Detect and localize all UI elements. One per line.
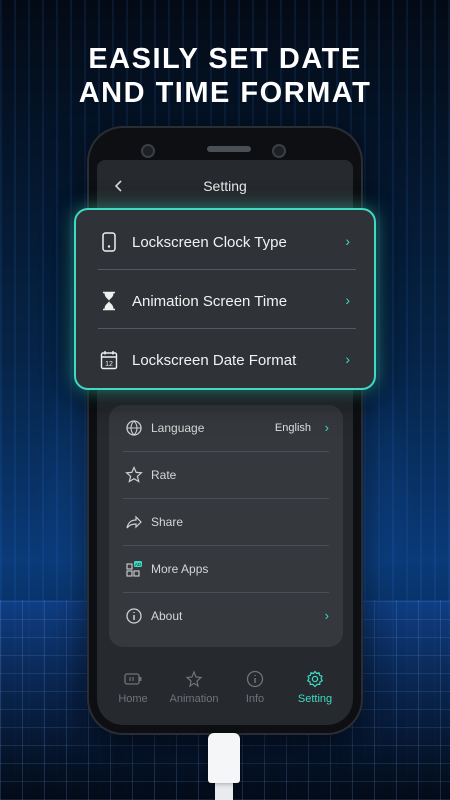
featured-settings-card: Lockscreen Clock Type › Animation Screen… [74, 208, 376, 390]
globe-icon [126, 420, 142, 436]
gear-icon [306, 670, 324, 688]
promo-headline: EASILY SET DATE AND TIME FORMAT [0, 42, 450, 110]
tab-label: Setting [297, 693, 333, 705]
settings-item-lockscreen-clock-type[interactable]: Lockscreen Clock Type › [98, 212, 356, 270]
sparkle-star-icon [185, 670, 203, 688]
settings-item-language[interactable]: Language English › [123, 405, 329, 452]
charging-plug [208, 733, 240, 783]
phone-camera [141, 144, 155, 158]
share-icon [126, 515, 142, 529]
settings-item-label: More Apps [151, 562, 209, 576]
settings-item-label: Lockscreen Clock Type [132, 234, 287, 251]
bottom-tab-bar: Home Animation Info Setting [97, 660, 353, 725]
apps-icon: AD [126, 561, 142, 577]
phone-icon [102, 232, 116, 252]
settings-item-lockscreen-date-format[interactable]: 12 Lockscreen Date Format › [98, 330, 356, 388]
info-icon [246, 670, 264, 688]
star-icon [125, 466, 143, 483]
chevron-right-icon: › [345, 233, 350, 249]
settings-item-share[interactable]: Share [123, 499, 329, 546]
settings-list: Language English › Rate Share AD More Ap… [109, 405, 343, 647]
settings-item-animation-screen-time[interactable]: Animation Screen Time › [98, 271, 356, 329]
calendar-icon: 12 [100, 351, 118, 370]
info-icon [126, 608, 142, 624]
tab-info[interactable]: Info [225, 670, 285, 705]
language-value: English [274, 422, 311, 434]
settings-item-label: Rate [151, 468, 177, 482]
chevron-right-icon: › [345, 292, 350, 308]
battery-icon [124, 673, 142, 685]
divider [98, 269, 356, 270]
top-bar: Setting [97, 160, 353, 214]
chevron-right-icon: › [324, 420, 329, 435]
settings-item-more-apps[interactable]: AD More Apps [123, 546, 329, 593]
settings-item-about[interactable]: About › [123, 593, 329, 639]
tab-home[interactable]: Home [103, 670, 163, 705]
settings-item-label: Lockscreen Date Format [132, 352, 297, 369]
calendar-day-number: 12 [105, 361, 113, 368]
phone-speaker [207, 146, 251, 152]
tab-animation[interactable]: Animation [164, 670, 224, 705]
phone-sensor [272, 144, 286, 158]
settings-item-label: Share [151, 515, 184, 529]
headline-line-1: EASILY SET DATE [88, 43, 362, 75]
headline-line-2: AND TIME FORMAT [78, 77, 372, 109]
tab-label: Info [245, 693, 265, 705]
page-title: Setting [203, 178, 247, 194]
settings-item-label: Language [151, 421, 205, 435]
chevron-right-icon: › [324, 608, 329, 623]
settings-item-label: About [151, 609, 183, 623]
tab-setting[interactable]: Setting [285, 670, 345, 705]
ad-badge: AD [135, 562, 142, 567]
chevron-right-icon: › [345, 351, 350, 367]
settings-item-label: Animation Screen Time [132, 293, 288, 310]
tab-label: Home [118, 693, 148, 705]
divider [98, 328, 356, 329]
tab-label: Animation [169, 693, 219, 705]
settings-item-rate[interactable]: Rate [123, 452, 329, 499]
hourglass-icon [103, 291, 115, 311]
